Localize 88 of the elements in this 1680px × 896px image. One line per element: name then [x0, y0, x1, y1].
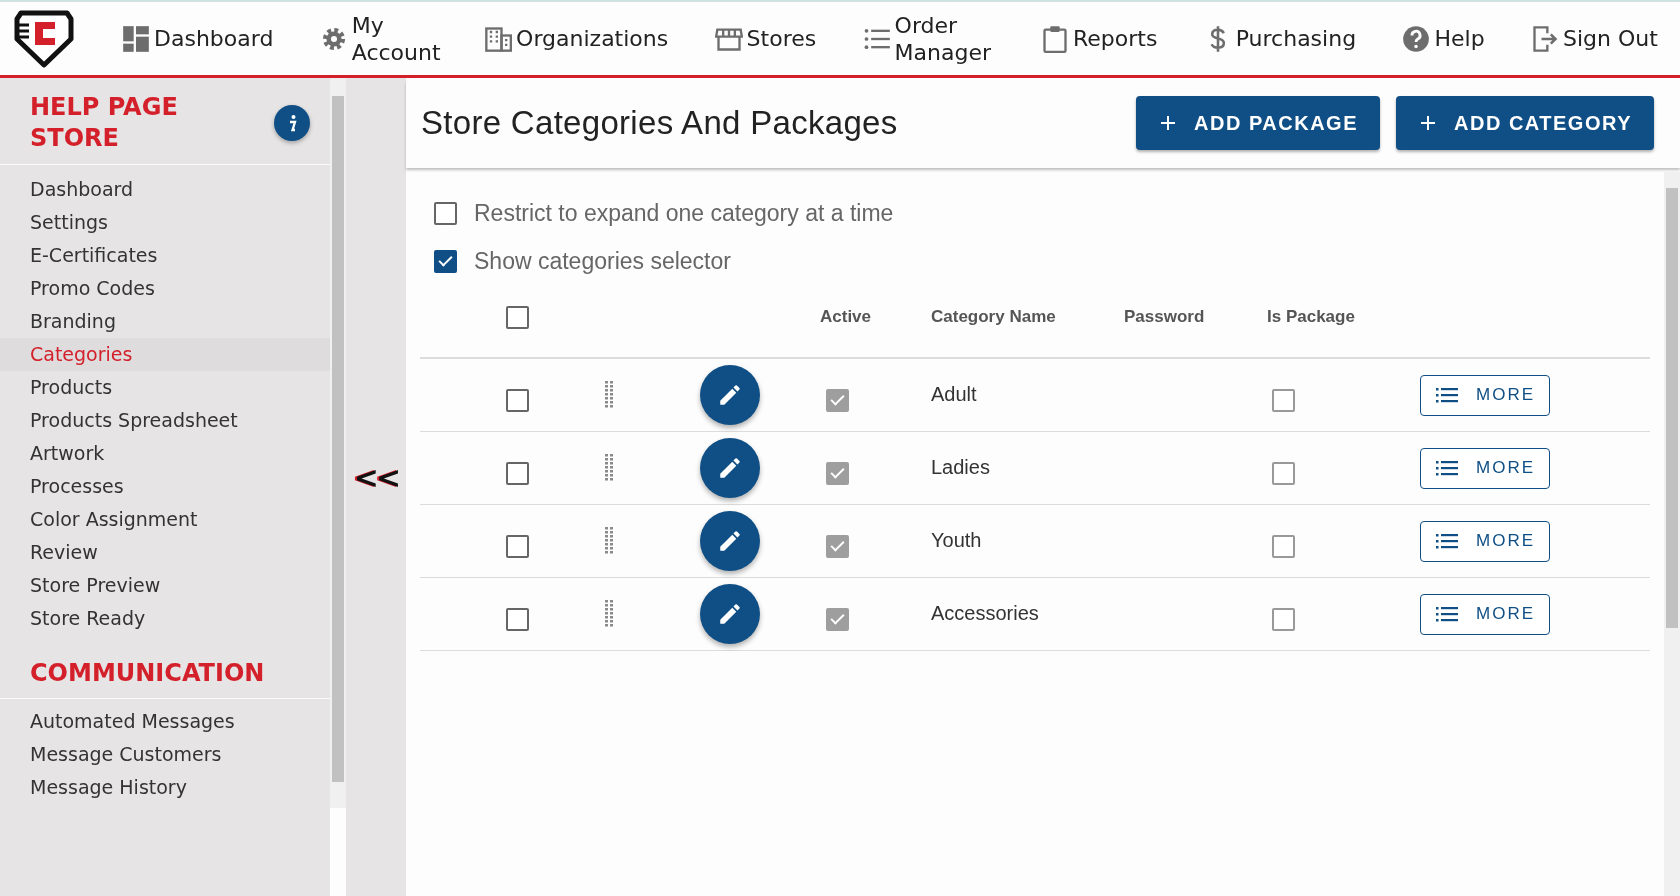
checkbox[interactable]: [505, 388, 529, 412]
list-icon: [1436, 460, 1458, 476]
logo-icon[interactable]: [13, 9, 75, 68]
sidebar-item[interactable]: Store Ready: [0, 602, 330, 635]
sidebar-item[interactable]: Categories: [0, 338, 330, 371]
column-header: Is Package: [1267, 307, 1355, 327]
scrollbar[interactable]: [1664, 172, 1680, 896]
nav-link[interactable]: Sign Out: [1531, 11, 1658, 66]
drag-handle-icon[interactable]: [604, 381, 614, 409]
nav-link[interactable]: Purchasing: [1203, 11, 1357, 66]
column-header: Active: [820, 307, 872, 327]
sidebar-item[interactable]: E-Certificates: [0, 239, 330, 272]
sidebar-item[interactable]: Promo Codes: [0, 272, 330, 305]
drag-handle-icon[interactable]: [604, 527, 614, 555]
checkbox[interactable]: [1272, 607, 1295, 631]
checkbox-label: Restrict to expand one category at a time: [474, 199, 894, 227]
sidebar-item[interactable]: Message Customers: [0, 738, 330, 771]
pencil-icon: [717, 528, 743, 554]
more-button[interactable]: MORE: [1420, 520, 1550, 562]
collapse-toggle[interactable]: <<: [353, 459, 399, 495]
checkbox[interactable]: [434, 249, 457, 273]
column-header: Category Name: [931, 307, 1056, 327]
checkbox[interactable]: [505, 305, 529, 329]
sidebar-item[interactable]: Message History: [0, 771, 330, 804]
checkbox[interactable]: [505, 461, 529, 485]
checkbox[interactable]: [505, 534, 529, 558]
sign-out-icon: [1531, 24, 1559, 53]
help-icon: [1402, 24, 1431, 53]
checkbox[interactable]: [1272, 534, 1295, 558]
checkbox[interactable]: [1272, 388, 1295, 412]
edit-button[interactable]: [700, 438, 760, 498]
nav-link[interactable]: My Account: [319, 11, 438, 66]
sidebar-item[interactable]: Color Assignment: [0, 503, 330, 536]
list-icon: [1436, 387, 1458, 403]
grid-icon: [122, 24, 150, 53]
pencil-icon: [717, 455, 743, 481]
checkbox-label: Show categories selector: [474, 247, 731, 275]
table-cell: Accessories: [931, 601, 1039, 625]
sidebar-item[interactable]: Products Spreadsheet: [0, 404, 330, 437]
sidebar-item[interactable]: Artwork: [0, 437, 330, 470]
pencil-icon: [717, 601, 743, 627]
section-title: COMMUNICATION: [30, 658, 265, 689]
drag-handle-icon[interactable]: [604, 600, 614, 628]
scrollbar[interactable]: [330, 78, 346, 808]
checkbox[interactable]: [1272, 461, 1295, 485]
list-icon: [1436, 533, 1458, 549]
nav-link[interactable]: Reports: [1040, 11, 1158, 66]
nav-link[interactable]: Order Manager: [862, 11, 995, 66]
sidebar-item[interactable]: Store Preview: [0, 569, 330, 602]
sidebar-item[interactable]: Dashboard: [0, 173, 330, 206]
pencil-icon: [717, 382, 743, 408]
sidebar-item[interactable]: Review: [0, 536, 330, 569]
nav-link[interactable]: Stores: [714, 11, 817, 66]
page-title: Store Categories And Packages: [421, 104, 898, 142]
more-button[interactable]: MORE: [1420, 374, 1550, 416]
clipboard-icon: [1040, 24, 1069, 53]
edit-button[interactable]: [700, 584, 760, 644]
column-header: Password: [1124, 307, 1205, 327]
checkbox[interactable]: [826, 607, 849, 631]
list-icon: [1436, 606, 1458, 622]
checkbox[interactable]: [826, 534, 849, 558]
table-cell: Ladies: [931, 455, 990, 479]
checkbox[interactable]: [826, 388, 849, 412]
plus-icon: [1160, 115, 1177, 131]
building-icon: [484, 24, 513, 53]
checkbox[interactable]: [505, 607, 529, 631]
sidebar-item[interactable]: Branding: [0, 305, 330, 338]
add-button[interactable]: ADD PACKAGE: [1136, 96, 1380, 150]
table-cell: Youth: [931, 528, 982, 552]
add-button[interactable]: ADD CATEGORY: [1396, 96, 1654, 150]
table-cell: Adult: [931, 382, 977, 406]
sidebar-item[interactable]: Products: [0, 371, 330, 404]
sidebar-item[interactable]: Processes: [0, 470, 330, 503]
nav-link[interactable]: Help: [1402, 11, 1485, 66]
checkbox[interactable]: [434, 201, 457, 225]
sidebar-item[interactable]: Settings: [0, 206, 330, 239]
more-button[interactable]: MORE: [1420, 447, 1550, 489]
info-button[interactable]: [274, 105, 310, 141]
edit-button[interactable]: [700, 511, 760, 571]
edit-button[interactable]: [700, 365, 760, 425]
sidebar-item[interactable]: Automated Messages: [0, 705, 330, 738]
nav-link[interactable]: Dashboard: [122, 11, 274, 66]
drag-handle-icon[interactable]: [604, 454, 614, 482]
plus-icon: [1420, 115, 1436, 131]
section-title: HELP PAGE STORE: [30, 92, 179, 154]
more-button[interactable]: MORE: [1420, 593, 1550, 635]
nav-link[interactable]: Organizations: [484, 11, 669, 66]
checkbox[interactable]: [826, 461, 849, 485]
